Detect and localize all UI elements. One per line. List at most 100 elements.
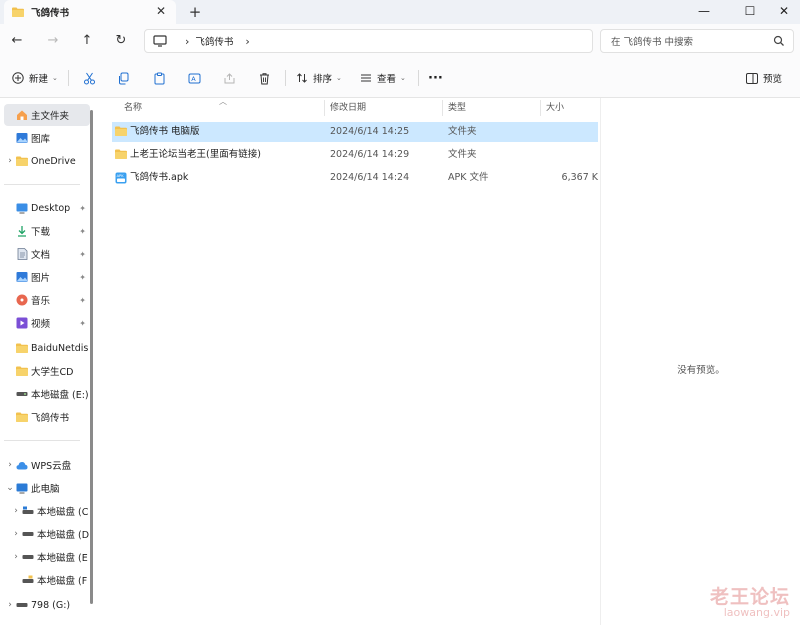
sidebar-item-label: Desktop	[31, 202, 71, 214]
plus-circle-icon	[12, 72, 24, 84]
refresh-button[interactable]: ↻	[112, 32, 130, 50]
folder-icon	[12, 7, 24, 17]
delete-button[interactable]	[255, 69, 273, 87]
file-type: 文件夹	[448, 149, 477, 160]
apk-icon: APK	[115, 172, 127, 184]
sidebar-item-drive-e[interactable]: 本地磁盘 (E:)	[4, 383, 90, 405]
view-button[interactable]: 查看 ⌄	[360, 68, 406, 88]
paste-button[interactable]	[150, 69, 168, 87]
chevron-right-icon[interactable]: ›	[4, 460, 16, 470]
file-type: APK 文件	[448, 172, 489, 183]
sidebar-item-downloads[interactable]: 下载 ✦	[4, 220, 90, 242]
sidebar-item-desktop[interactable]: Desktop ✦	[4, 197, 90, 219]
sidebar-item-label: 视频	[31, 319, 51, 330]
column-divider[interactable]	[442, 100, 443, 116]
preview-toggle-button[interactable]: 预览	[746, 68, 782, 88]
folder-icon	[16, 366, 28, 376]
sidebar-item-videos[interactable]: 视频 ✦	[4, 312, 90, 334]
breadcrumb-chevron[interactable]: ›	[245, 35, 249, 48]
file-name: 上老王论坛当老王(里面有链接)	[130, 149, 261, 160]
sidebar-item-music[interactable]: 音乐 ✦	[4, 289, 90, 311]
preview-pane-icon	[746, 72, 758, 84]
back-button[interactable]: ←	[8, 32, 26, 50]
sidebar-scrollbar[interactable]	[90, 110, 93, 604]
more-options-button[interactable]: ···	[428, 68, 443, 88]
rename-button[interactable]: A	[185, 69, 203, 87]
maximize-button[interactable]: ☐	[734, 0, 766, 24]
sidebar-item-wps-cloud[interactable]: › WPS云盘	[4, 454, 90, 476]
file-name: 飞鸽传书 电脑版	[130, 126, 200, 137]
address-bar[interactable]: › 飞鸽传书 ›	[144, 29, 593, 53]
pin-icon[interactable]: ✦	[79, 204, 86, 213]
sidebar-item-drive-d[interactable]: › 本地磁盘 (D	[10, 523, 96, 545]
tab-close-icon[interactable]: ✕	[154, 4, 168, 18]
column-header-size[interactable]: 大小	[546, 98, 564, 118]
sidebar-item-gallery[interactable]: 图库	[4, 127, 90, 149]
pin-icon[interactable]: ✦	[79, 273, 86, 282]
folder-icon	[115, 126, 127, 136]
tab-active[interactable]: 飞鸽传书 ✕	[4, 0, 176, 24]
forward-button[interactable]: →	[44, 32, 62, 50]
sidebar-item-this-pc[interactable]: ⌄ 此电脑	[4, 477, 90, 499]
table-row[interactable]: APK 飞鸽传书.apk 2024/6/14 14:24 APK 文件 6,36…	[112, 168, 598, 188]
title-bar: 飞鸽传书 ✕ + — ☐ ✕	[0, 0, 800, 24]
sidebar-item-drive-g[interactable]: › 798 (G:)	[4, 594, 90, 616]
chevron-right-icon[interactable]: ›	[10, 506, 22, 516]
pin-icon[interactable]: ✦	[79, 227, 86, 236]
download-icon	[18, 226, 26, 237]
sidebar-item-baidunetdisk[interactable]: BaiduNetdis	[4, 337, 90, 359]
scissors-icon	[83, 72, 95, 84]
breadcrumb-current[interactable]: 飞鸽传书	[195, 34, 233, 48]
sidebar-item-onedrive[interactable]: › OneDrive	[4, 150, 90, 172]
up-button[interactable]: ↑	[78, 32, 96, 50]
search-input[interactable]: 在 飞鸽传书 中搜索	[600, 29, 794, 53]
column-header-name[interactable]: 名称	[124, 98, 142, 118]
table-row[interactable]: 上老王论坛当老王(里面有链接) 2024/6/14 14:29 文件夹	[112, 145, 598, 165]
divider	[285, 70, 286, 86]
svg-text:A: A	[191, 75, 196, 83]
sidebar-item-label: 图片	[31, 273, 51, 284]
column-divider[interactable]	[540, 100, 541, 116]
new-button[interactable]: 新建 ⌄	[12, 68, 58, 88]
table-row[interactable]: 飞鸽传书 电脑版 2024/6/14 14:25 文件夹	[112, 122, 598, 142]
close-window-button[interactable]: ✕	[768, 0, 800, 24]
pin-icon[interactable]: ✦	[79, 319, 86, 328]
copy-icon	[118, 72, 128, 84]
chevron-right-icon[interactable]: ›	[10, 552, 22, 562]
sidebar-item-documents[interactable]: 文档 ✦	[4, 243, 90, 265]
cut-button[interactable]	[80, 69, 98, 87]
chevron-right-icon[interactable]: ›	[4, 600, 16, 610]
sidebar-item-label: BaiduNetdis	[31, 342, 89, 354]
sidebar-item-home[interactable]: 主文件夹	[4, 104, 90, 126]
sidebar-item-college-cd[interactable]: 大学生CD	[4, 360, 90, 382]
chevron-down-icon[interactable]: ⌄	[4, 483, 16, 493]
column-divider[interactable]	[324, 100, 325, 116]
new-tab-button[interactable]: +	[186, 3, 204, 21]
preview-label: 预览	[763, 74, 783, 85]
chevron-right-icon[interactable]: ›	[10, 529, 22, 539]
sidebar-item-label: 本地磁盘 (D	[37, 530, 90, 541]
drive-icon	[16, 392, 28, 396]
sidebar-item-feige[interactable]: 飞鸽传书	[4, 406, 90, 428]
minimize-button[interactable]: —	[688, 0, 720, 24]
pin-icon[interactable]: ✦	[79, 250, 86, 259]
sidebar-item-drive-c[interactable]: › 本地磁盘 (C	[10, 500, 96, 522]
pictures-icon	[16, 272, 28, 282]
chevron-right-icon[interactable]: ›	[4, 156, 16, 166]
sidebar-item-pictures[interactable]: 图片 ✦	[4, 266, 90, 288]
file-date: 2024/6/14 14:25	[330, 126, 410, 137]
column-header-type[interactable]: 类型	[448, 98, 466, 118]
column-header-date[interactable]: 修改日期	[330, 98, 366, 118]
sort-icon	[297, 73, 307, 83]
sort-button[interactable]: 排序 ⌄	[296, 68, 342, 88]
sidebar-item-drive-f[interactable]: 本地磁盘 (F	[10, 569, 96, 591]
divider	[418, 70, 419, 86]
sidebar-item-label: 798 (G:)	[31, 599, 71, 611]
sidebar-item-label: 本地磁盘 (E	[37, 553, 88, 564]
folder-icon	[16, 156, 28, 166]
copy-button[interactable]	[114, 69, 132, 87]
sidebar-item-drive-e-pc[interactable]: › 本地磁盘 (E	[10, 546, 96, 568]
share-button[interactable]	[220, 69, 238, 87]
divider	[68, 70, 69, 86]
pin-icon[interactable]: ✦	[79, 296, 86, 305]
